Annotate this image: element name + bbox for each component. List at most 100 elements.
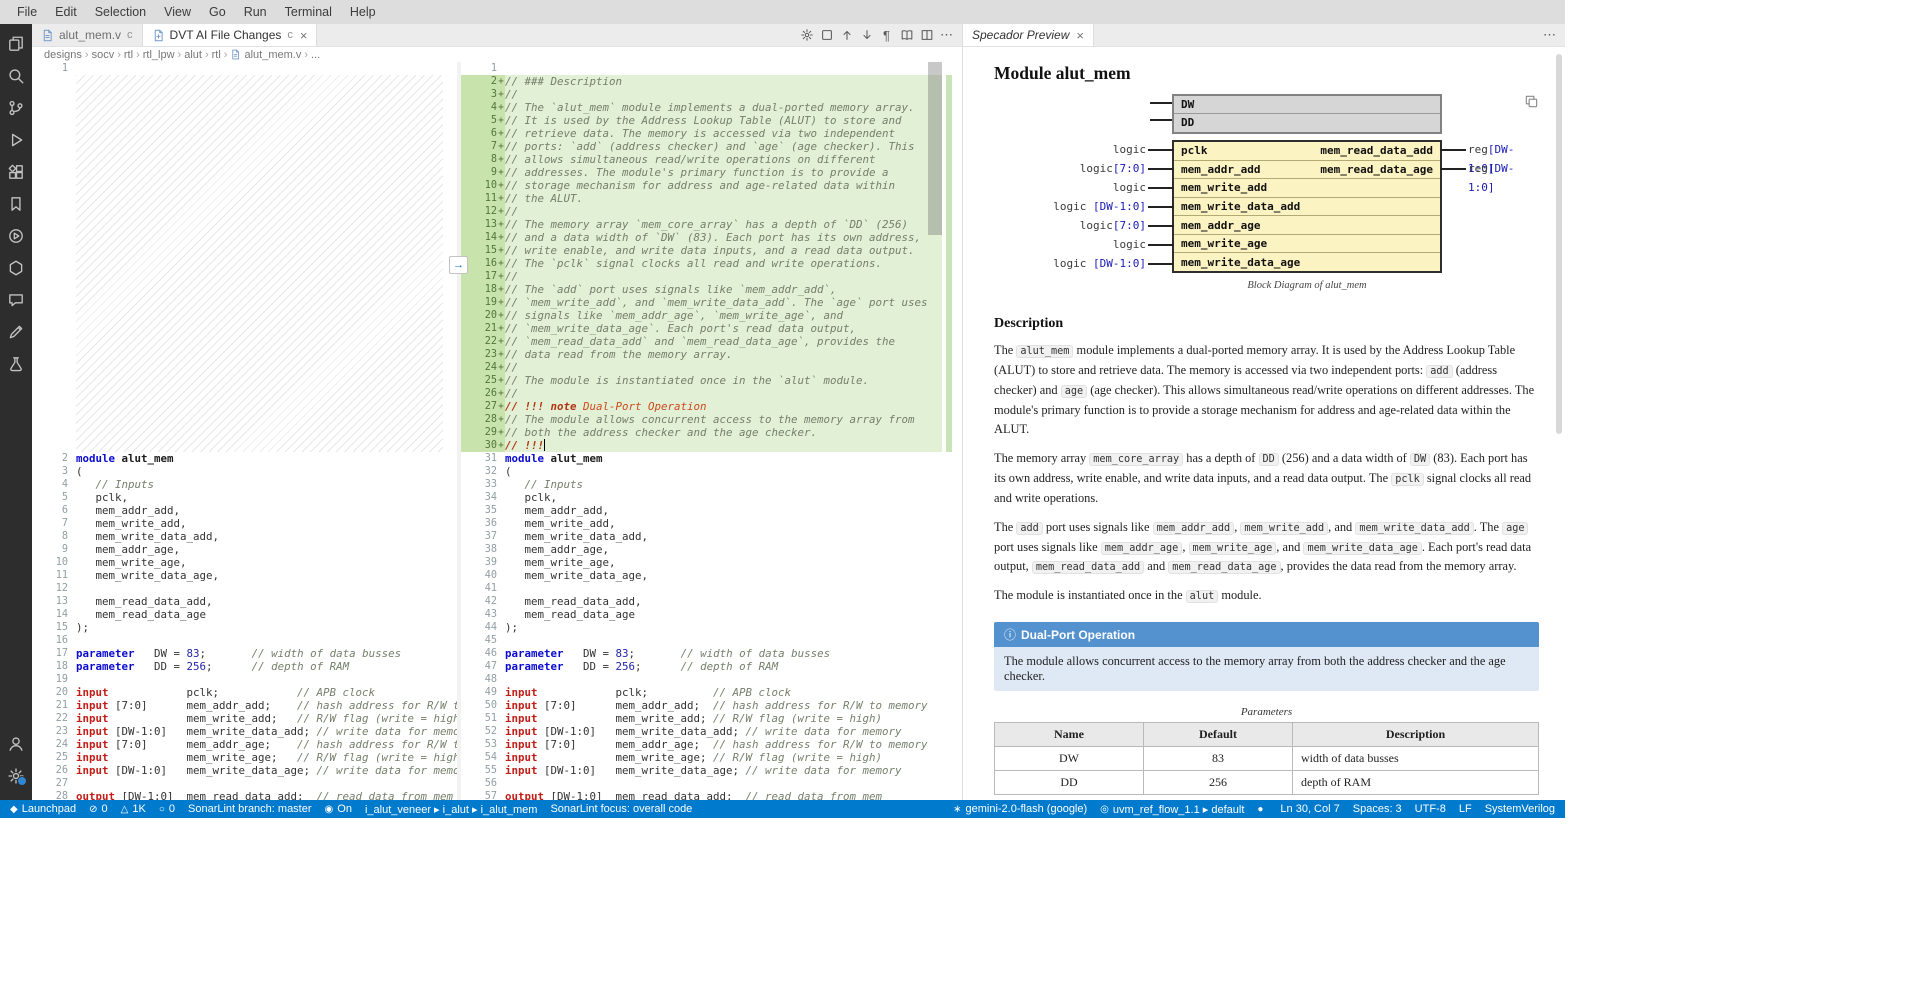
inline-code: DW — [1410, 453, 1430, 466]
code-line: 42 mem_read_data_add, — [461, 595, 942, 608]
tab-dvt-ai-file-changes[interactable]: DVT AI File Changesc× — [143, 24, 318, 46]
breadcrumb-item[interactable]: socv — [92, 49, 115, 61]
menu-item-go[interactable]: Go — [200, 0, 235, 24]
menu-item-selection[interactable]: Selection — [86, 0, 155, 24]
preview-scrollbar[interactable] — [1556, 54, 1562, 434]
chat-icon[interactable] — [4, 288, 28, 312]
extensions-icon[interactable] — [4, 160, 28, 184]
search-icon[interactable] — [4, 64, 28, 88]
status-item-warning[interactable]: △1K — [121, 803, 146, 815]
code-line: 4+// The `alut_mem` module implements a … — [461, 101, 942, 114]
status-item-status-dot[interactable]: ● — [1257, 804, 1267, 815]
status-item-error[interactable]: ⊘0 — [89, 803, 108, 815]
code-line: 57output [DW-1:0] mem_read_data_add; // … — [461, 790, 942, 800]
status-item-power[interactable]: ◉On — [325, 803, 352, 815]
line-number: 23 — [32, 725, 68, 738]
tab-alut-mem-v[interactable]: alut_mem.vc — [32, 24, 143, 46]
code-text: // ### Description — [505, 75, 942, 88]
pilcrow-icon[interactable]: ¶ — [877, 26, 896, 45]
breadcrumb-item[interactable]: alut — [184, 49, 202, 61]
flask-icon[interactable] — [4, 352, 28, 376]
line-number: 24 — [32, 738, 68, 751]
code-line: 10+// storage mechanism for address and … — [461, 179, 942, 192]
code-text: mem_read_data_age — [76, 608, 457, 621]
diff-add-marker — [497, 62, 505, 75]
code-text: // The memory array `mem_core_array` has… — [505, 218, 942, 231]
diff-add-marker — [68, 465, 76, 478]
diff-add-marker — [497, 725, 505, 738]
menu-item-help[interactable]: Help — [341, 0, 385, 24]
status-item[interactable]: Ln 30, Col 7 — [1280, 803, 1339, 815]
diff-modified-pane[interactable]: 12+// ### Description3+//4+// The `alut_… — [461, 62, 942, 800]
status-item-info-count[interactable]: ○0 — [159, 803, 175, 815]
status-item[interactable]: LF — [1459, 803, 1472, 815]
diff-add-marker — [68, 530, 76, 543]
status-item[interactable]: UTF-8 — [1415, 803, 1446, 815]
line-number: 17 — [32, 647, 68, 660]
settings-icon[interactable] — [4, 764, 28, 788]
breadcrumb-item[interactable]: alut_mem.v — [230, 49, 301, 61]
diff-add-marker: + — [497, 166, 505, 179]
input-port-name: mem_addr_age — [1181, 219, 1260, 232]
close-icon[interactable]: × — [300, 29, 308, 42]
book-icon[interactable] — [897, 26, 916, 45]
revert-change-button[interactable]: → — [449, 256, 468, 274]
explorer-icon[interactable] — [4, 32, 28, 56]
square-icon[interactable] — [817, 26, 836, 45]
run-debug-icon[interactable] — [4, 128, 28, 152]
breadcrumb-item[interactable]: rtl — [124, 49, 133, 61]
breadcrumb-separator: › — [205, 49, 209, 61]
breadcrumb-item[interactable]: designs — [44, 49, 82, 61]
edit-pencil-icon[interactable] — [4, 320, 28, 344]
editor-scrollbar[interactable] — [928, 62, 942, 235]
code-line: 54input mem_write_age; // R/W flag (writ… — [461, 751, 942, 764]
breadcrumb-item[interactable]: ... — [311, 49, 320, 61]
more-icon[interactable]: ⋯ — [937, 26, 956, 45]
close-icon[interactable]: × — [1076, 29, 1084, 42]
status-dot-icon: ● — [1257, 804, 1263, 815]
menu-item-file[interactable]: File — [8, 0, 46, 24]
breadcrumb-item[interactable]: rtl_lpw — [143, 49, 175, 61]
status-item[interactable]: SonarLint branch: master — [188, 803, 312, 815]
code-text: output [DW-1:0] mem_read_data_add; // re… — [76, 790, 457, 800]
menu-item-view[interactable]: View — [155, 0, 200, 24]
diff-add-marker — [68, 738, 76, 751]
menu-item-terminal[interactable]: Terminal — [276, 0, 341, 24]
line-number: 26 — [32, 764, 68, 777]
table-row: DW83width of data busses — [995, 747, 1539, 771]
breadcrumb-item[interactable]: rtl — [212, 49, 221, 61]
status-item-target[interactable]: ◎uvm_ref_flow_1.1 ▸ default — [1100, 803, 1244, 816]
status-item-sparkle[interactable]: ∗gemini-2.0-flash (google) — [953, 803, 1087, 815]
code-line: 38 mem_addr_age, — [461, 543, 942, 556]
copy-icon[interactable] — [1524, 94, 1539, 114]
split-editor-icon[interactable] — [917, 26, 936, 45]
tab-specador-preview[interactable]: Specador Preview × — [963, 24, 1094, 46]
test-explorer-icon[interactable] — [4, 224, 28, 248]
status-item[interactable]: i_alut_veneer ▸ i_alut ▸ i_alut_mem — [365, 803, 537, 816]
bookmarks-icon[interactable] — [4, 192, 28, 216]
diff-original-pane[interactable]: 12module alut_mem3(4 // Inputs5 pclk,6 m… — [32, 62, 457, 800]
text-cursor — [544, 439, 545, 451]
arrow-down-icon[interactable] — [857, 26, 876, 45]
status-item[interactable]: SonarLint focus: overall code — [550, 803, 692, 815]
status-item[interactable]: SystemVerilog — [1485, 803, 1555, 815]
gear-icon[interactable] — [797, 26, 816, 45]
account-icon[interactable] — [4, 732, 28, 756]
menu-item-edit[interactable]: Edit — [46, 0, 86, 24]
arrow-up-icon[interactable] — [837, 26, 856, 45]
line-number: 52 — [461, 725, 497, 738]
port-stub-line — [1148, 149, 1174, 151]
source-control-icon[interactable] — [4, 96, 28, 120]
code-text: ); — [505, 621, 942, 634]
inline-code: DD — [1259, 453, 1279, 466]
filedoc-icon — [41, 29, 54, 42]
code-text: input mem_write_age; // R/W flag (write … — [76, 751, 457, 764]
line-number: 44 — [461, 621, 497, 634]
table-header-row: NameDefaultDescription — [995, 723, 1539, 747]
menu-item-run[interactable]: Run — [235, 0, 276, 24]
status-item-launchpad[interactable]: ◆Launchpad — [10, 803, 76, 815]
more-actions-icon[interactable]: ⋯ — [1540, 26, 1559, 45]
diff-add-marker — [68, 699, 76, 712]
verification-hex-icon[interactable] — [4, 256, 28, 280]
status-item[interactable]: Spaces: 3 — [1353, 803, 1402, 815]
